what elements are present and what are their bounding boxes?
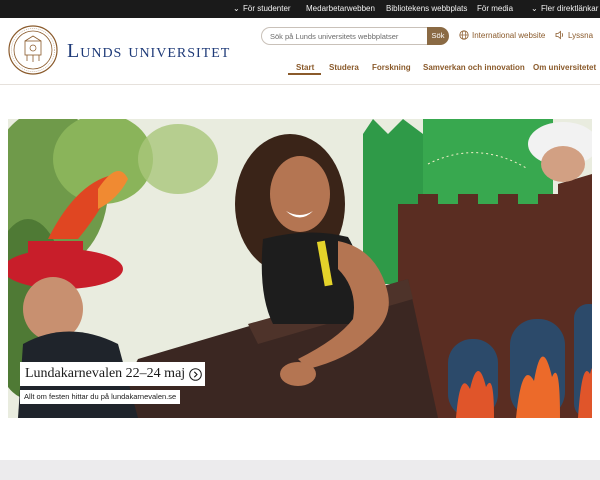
topbar-link-students[interactable]: ⌄ För studenter: [233, 0, 291, 18]
topbar-link-more[interactable]: ⌄ Fler direktlänkar: [531, 0, 598, 18]
topbar-link-library[interactable]: Bibliotekens webbplats: [386, 0, 467, 18]
university-seal-icon[interactable]: [8, 25, 58, 75]
listen-button[interactable]: Lyssna: [555, 30, 593, 40]
international-website-link[interactable]: International website: [459, 30, 545, 40]
utility-topbar: ⌄ För studenter Medarbetarwebben Bibliote…: [0, 0, 600, 18]
topbar-link-label: För media: [477, 4, 514, 13]
nav-item-forskning[interactable]: Forskning: [372, 62, 411, 74]
hero-title: Lundakarnevalen 22–24 maj: [25, 366, 186, 381]
site-search: Sök: [261, 27, 449, 45]
search-input[interactable]: [261, 27, 427, 45]
nav-item-samverkan[interactable]: Samverkan och innovation: [423, 62, 525, 74]
nav-item-studera[interactable]: Studera: [329, 62, 359, 74]
international-website-label: International website: [472, 30, 546, 40]
listen-label: Lyssna: [568, 30, 594, 40]
topbar-link-label: Bibliotekens webbplats: [386, 4, 468, 13]
next-section-band: [0, 460, 600, 480]
chevron-down-icon: ⌄: [233, 4, 240, 13]
wordmark-text: Lunds universitet: [67, 40, 231, 62]
topbar-link-staff[interactable]: Medarbetarwebben: [306, 0, 375, 18]
nav-item-om-universitetet[interactable]: Om universitetet: [533, 62, 596, 74]
chevron-down-icon: ⌄: [531, 4, 538, 13]
globe-icon: [459, 30, 469, 40]
arrow-right-circle-icon: [189, 367, 202, 381]
hero-title-link[interactable]: Lundakarnevalen 22–24 maj: [20, 362, 206, 386]
speaker-icon: [555, 30, 563, 40]
search-button[interactable]: Sök: [427, 27, 449, 45]
topbar-link-media[interactable]: För media: [477, 0, 513, 18]
topbar-link-label: Fler direktlänkar: [541, 4, 599, 13]
nav-active-indicator: [288, 73, 321, 75]
university-wordmark[interactable]: Lunds universitet: [67, 40, 230, 63]
topbar-link-label: För studenter: [243, 4, 291, 13]
topbar-link-label: Medarbetarwebben: [306, 4, 375, 13]
hero-subtitle: Allt om festen hittar du på lundakarneva…: [20, 390, 181, 404]
